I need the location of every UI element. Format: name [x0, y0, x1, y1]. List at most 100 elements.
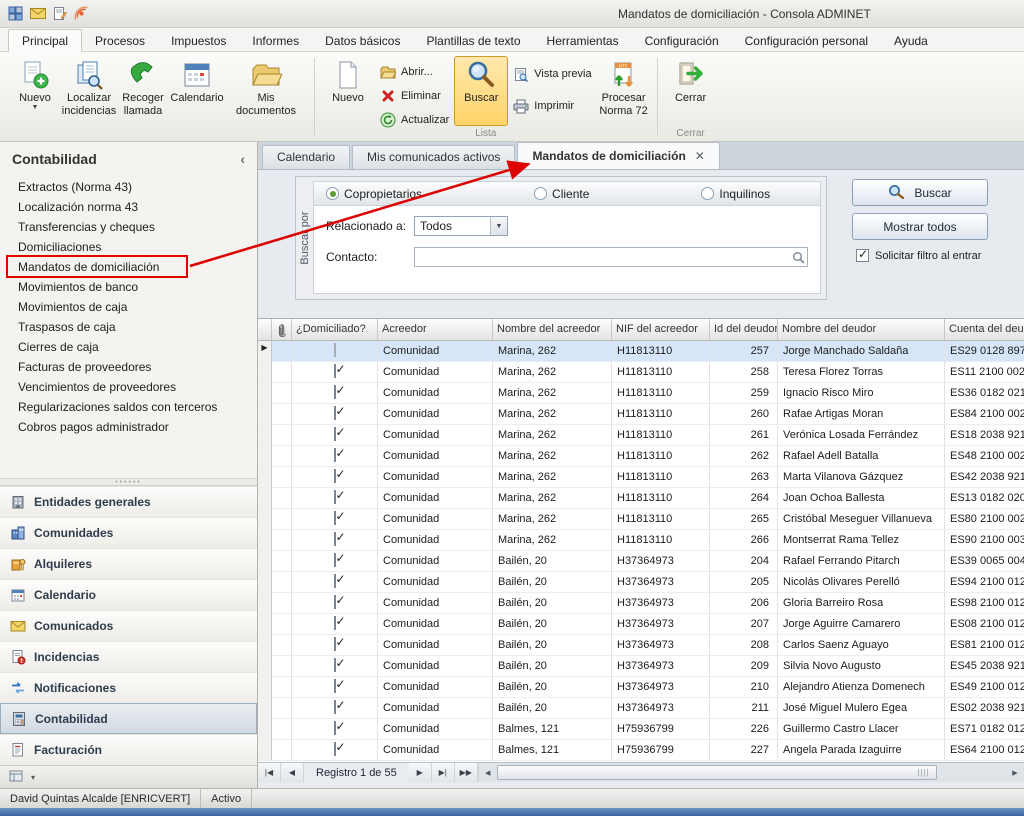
more-options-icon[interactable]: ▾: [31, 773, 35, 782]
procesar-norma72-button[interactable]: NTF Procesar Norma 72: [597, 56, 651, 126]
domiciliado-cell[interactable]: [292, 614, 378, 635]
table-row[interactable]: ComunidadBailén, 20H37364973206Gloria Ba…: [258, 593, 1024, 614]
menu-tab-informes[interactable]: Informes: [239, 30, 312, 51]
sidebar-item-mandatos-de-domiciliacion[interactable]: Mandatos de domiciliación: [0, 257, 257, 277]
relacionado-combobox[interactable]: Todos ▼: [414, 216, 508, 236]
app-icon[interactable]: [8, 6, 23, 21]
configure-buttons-icon[interactable]: [9, 770, 23, 785]
radio-inquilinos[interactable]: Inquilinos: [701, 187, 770, 201]
sidebar-nav-incidencias[interactable]: Incidencias: [0, 641, 257, 672]
note-edit-icon[interactable]: [53, 6, 67, 21]
vista-previa-button[interactable]: Vista previa: [513, 66, 591, 82]
table-row[interactable]: ComunidadMarina, 262H11813110259Ignacio …: [258, 383, 1024, 404]
table-row[interactable]: ComunidadMarina, 262H11813110265Cristóba…: [258, 509, 1024, 530]
table-row[interactable]: ComunidadMarina, 262H11813110266Montserr…: [258, 530, 1024, 551]
sidebar-item-vencimientos-de-proveedores[interactable]: Vencimientos de proveedores: [0, 377, 257, 397]
domiciliado-cell[interactable]: [292, 635, 378, 656]
mis-documentos-button[interactable]: Mis documentos: [224, 56, 308, 126]
attachment-column-header[interactable]: [272, 319, 292, 341]
close-tab-icon[interactable]: ✕: [695, 144, 705, 169]
sidebar-nav-calendario[interactable]: Calendario: [0, 579, 257, 610]
domiciliado-cell[interactable]: [292, 698, 378, 719]
domiciliado-cell[interactable]: [292, 719, 378, 740]
sidebar-item-facturas-de-proveedores[interactable]: Facturas de proveedores: [0, 357, 257, 377]
sidebar-item-cobros-pagos-administrador[interactable]: Cobros pagos administrador: [0, 417, 257, 437]
last-record-button[interactable]: ▶|: [432, 763, 455, 782]
table-row[interactable]: ComunidadBalmes, 121H75936799227Angela P…: [258, 740, 1024, 761]
sidebar-item-domiciliaciones[interactable]: Domiciliaciones: [0, 237, 257, 257]
table-row[interactable]: ▶ComunidadMarina, 262H11813110257Jorge M…: [258, 341, 1024, 362]
sidebar-item-regularizaciones-saldos-con-terceros[interactable]: Regularizaciones saldos con terceros: [0, 397, 257, 417]
mostrar-todos-button[interactable]: Mostrar todos: [852, 213, 988, 240]
domiciliado-cell[interactable]: [292, 488, 378, 509]
table-row[interactable]: ComunidadMarina, 262H11813110258Teresa F…: [258, 362, 1024, 383]
eliminar-button[interactable]: Eliminar: [380, 88, 449, 104]
sidebar-nav-comunidades[interactable]: Comunidades: [0, 517, 257, 548]
table-row[interactable]: ComunidadBailén, 20H37364973210Alejandro…: [258, 677, 1024, 698]
domiciliado-cell[interactable]: [292, 530, 378, 551]
domiciliado-cell[interactable]: [292, 404, 378, 425]
lookup-icon[interactable]: [789, 251, 807, 264]
abrir-button[interactable]: Abrir...: [380, 64, 449, 80]
menu-tab-plantillas-de-texto[interactable]: Plantillas de texto: [413, 30, 533, 51]
sidebar-item-localizacion-norma-43[interactable]: Localización norma 43: [0, 197, 257, 217]
domiciliado-cell[interactable]: [292, 383, 378, 404]
domiciliado-cell[interactable]: [292, 740, 378, 761]
new-record-button[interactable]: ▶▶: [455, 763, 478, 782]
buscar-panel-button[interactable]: Buscar: [852, 179, 988, 206]
table-row[interactable]: ComunidadBailén, 20H37364973205Nicolás O…: [258, 572, 1024, 593]
sidebar-nav-entidades-generales[interactable]: Entidades generales: [0, 486, 257, 517]
prev-record-button[interactable]: ◀: [281, 763, 304, 782]
collapse-sidebar-icon[interactable]: ‹: [240, 151, 245, 167]
sidebar-nav-alquileres[interactable]: Alquileres: [0, 548, 257, 579]
menu-tab-ayuda[interactable]: Ayuda: [881, 30, 941, 51]
feed-icon[interactable]: [74, 6, 89, 21]
actualizar-button[interactable]: Actualizar: [380, 112, 449, 128]
tab-mandatos-de-domiciliacion[interactable]: Mandatos de domiciliación✕: [517, 142, 719, 169]
domiciliado-cell[interactable]: [292, 593, 378, 614]
combo-dropdown-button[interactable]: ▼: [490, 217, 507, 235]
sidebar-item-movimientos-de-caja[interactable]: Movimientos de caja: [0, 297, 257, 317]
lista-nuevo-button[interactable]: Nuevo: [321, 56, 375, 126]
menu-tab-procesos[interactable]: Procesos: [82, 30, 158, 51]
sidebar-item-movimientos-de-banco[interactable]: Movimientos de banco: [0, 277, 257, 297]
nuevo-button[interactable]: Nuevo ▼: [8, 56, 62, 126]
calendario-button[interactable]: Calendario: [170, 56, 224, 126]
contacto-input[interactable]: [415, 248, 789, 266]
menu-tab-configuracion-personal[interactable]: Configuración personal: [732, 30, 881, 51]
column-header-domiciliado[interactable]: ¿Domiciliado?: [292, 319, 378, 341]
sidebar-nav-facturacion[interactable]: Facturación: [0, 734, 257, 765]
menu-tab-principal[interactable]: Principal: [8, 29, 82, 52]
scroll-right-icon[interactable]: ▶: [1006, 763, 1024, 782]
domiciliado-cell[interactable]: [292, 677, 378, 698]
table-row[interactable]: ComunidadBailén, 20H37364973208Carlos Sa…: [258, 635, 1024, 656]
domiciliado-cell[interactable]: [292, 572, 378, 593]
domiciliado-cell[interactable]: [292, 656, 378, 677]
solicitar-filtro-checkbox[interactable]: Solicitar filtro al entrar: [856, 249, 981, 262]
sidebar-nav-notificaciones[interactable]: Notificaciones: [0, 672, 257, 703]
table-row[interactable]: ComunidadMarina, 262H11813110264Joan Och…: [258, 488, 1024, 509]
menu-tab-impuestos[interactable]: Impuestos: [158, 30, 239, 51]
table-row[interactable]: ComunidadMarina, 262H11813110260Rafae Ar…: [258, 404, 1024, 425]
table-row[interactable]: ComunidadMarina, 262H11813110263Marta Vi…: [258, 467, 1024, 488]
sidebar-nav-comunicados[interactable]: Comunicados: [0, 610, 257, 641]
sidebar-item-transferencias-y-cheques[interactable]: Transferencias y cheques: [0, 217, 257, 237]
column-header-acreedor[interactable]: Acreedor: [378, 319, 493, 341]
first-record-button[interactable]: |◀: [258, 763, 281, 782]
buscar-button[interactable]: Buscar: [454, 56, 508, 126]
table-row[interactable]: ComunidadMarina, 262H11813110261Verónica…: [258, 425, 1024, 446]
column-header-nombre-del-acreedor[interactable]: Nombre del acreedor: [493, 319, 612, 341]
sidebar-item-extractos-norma-43[interactable]: Extractos (Norma 43): [0, 177, 257, 197]
sidebar-nav-contabilidad[interactable]: Contabilidad: [0, 703, 257, 734]
table-row[interactable]: ComunidadBailén, 20H37364973209Silvia No…: [258, 656, 1024, 677]
menu-tab-herramientas[interactable]: Herramientas: [534, 30, 632, 51]
radio-copropietarios[interactable]: Copropietarios: [326, 187, 422, 201]
scrollbar-thumb[interactable]: ||||: [497, 765, 937, 780]
tab-calendario[interactable]: Calendario: [262, 145, 350, 169]
cerrar-button[interactable]: Cerrar: [664, 56, 718, 126]
column-header-id-del-deudor[interactable]: Id del deudor: [710, 319, 778, 341]
domiciliado-cell[interactable]: [292, 425, 378, 446]
domiciliado-cell[interactable]: [292, 467, 378, 488]
scroll-left-icon[interactable]: ◀: [479, 763, 497, 782]
table-row[interactable]: ComunidadMarina, 262H11813110262Rafael A…: [258, 446, 1024, 467]
